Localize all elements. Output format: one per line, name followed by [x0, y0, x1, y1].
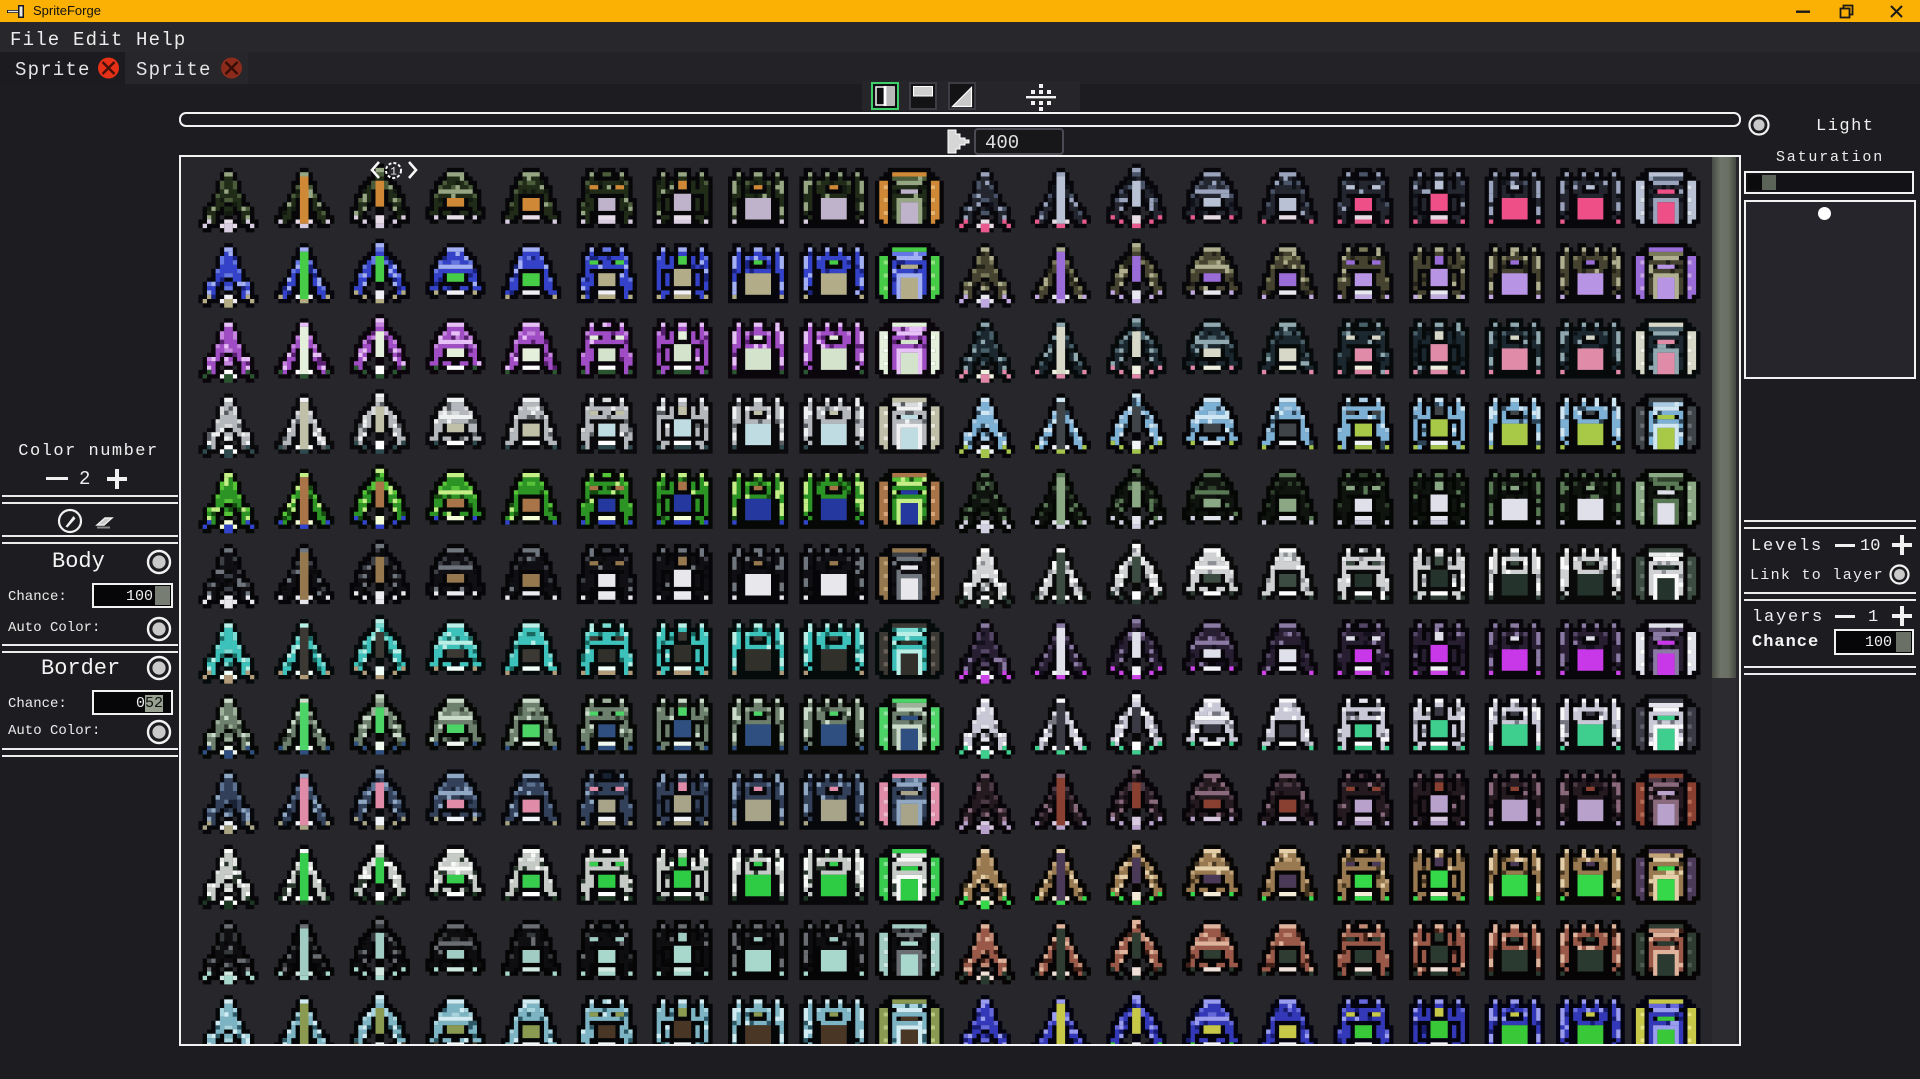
svg-text:1: 1: [390, 167, 397, 179]
